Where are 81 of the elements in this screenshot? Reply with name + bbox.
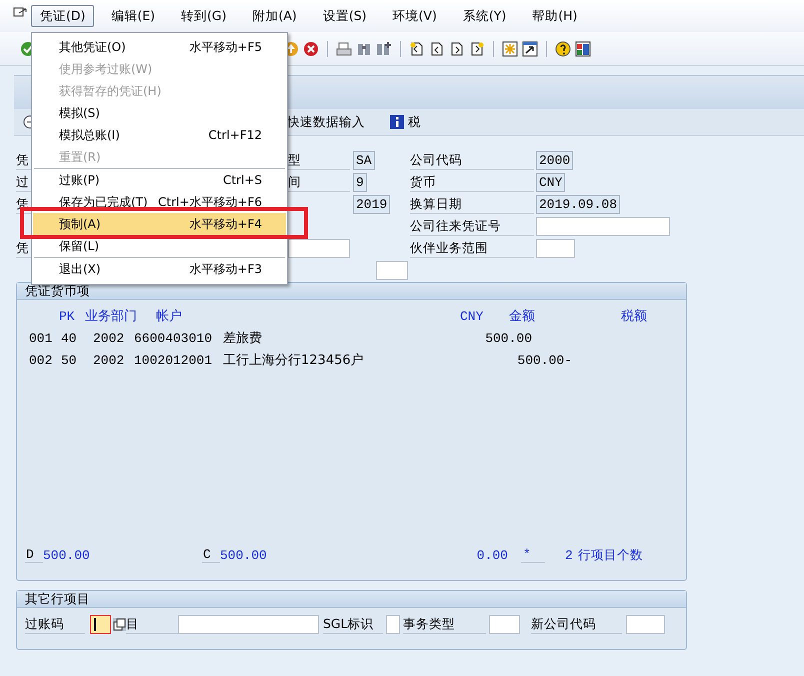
- field-label: 过账码: [25, 614, 85, 634]
- field-label: SGL标识: [323, 614, 383, 634]
- display-field: SA: [353, 150, 375, 170]
- table-cell-text: 1002012001: [134, 352, 214, 368]
- cancel-icon[interactable]: [303, 40, 319, 56]
- input-field[interactable]: [536, 238, 575, 258]
- menu-icon[interactable]: [13, 7, 27, 19]
- table-cell-text: 6600403010: [134, 330, 214, 346]
- print-icon[interactable]: [336, 40, 352, 56]
- table-cell-text: 001: [29, 330, 54, 346]
- column-header: 业务部门: [85, 308, 138, 325]
- table-cell-text: 2002: [93, 352, 126, 368]
- next-page-icon[interactable]: [449, 40, 465, 56]
- line-count: 2: [565, 548, 574, 562]
- menu-item[interactable]: 凭证(D): [31, 5, 94, 27]
- display-field: CNY: [536, 172, 566, 192]
- menu-item[interactable]: 附加(A): [244, 5, 306, 27]
- credit-total: 500.00: [220, 548, 268, 562]
- menu-item[interactable]: 编辑(E): [102, 5, 164, 27]
- table-cell-text: 差旅费: [223, 330, 263, 347]
- column-header: PK: [59, 308, 76, 324]
- copy-icon[interactable]: [113, 618, 126, 630]
- info-icon[interactable]: [389, 114, 405, 130]
- previous-page-icon[interactable]: [429, 40, 445, 56]
- table-cell-text: 002: [29, 352, 54, 368]
- input-field[interactable]: [489, 614, 520, 634]
- field-label: 伙伴业务范围: [410, 238, 534, 258]
- help-icon[interactable]: [555, 40, 571, 56]
- column-header: CNY: [460, 308, 484, 324]
- table-cell-text: 500.00: [484, 330, 532, 346]
- credit-label: C: [202, 547, 220, 563]
- input-field[interactable]: [386, 614, 400, 634]
- tax-button[interactable]: 税: [408, 114, 421, 130]
- display-field: 2019: [353, 194, 390, 214]
- menu-item[interactable]: 转到(G): [172, 5, 236, 27]
- table-cell-text: 2002: [93, 330, 126, 346]
- field-label: 公司往来凭证号: [410, 216, 534, 236]
- input-field[interactable]: [376, 260, 408, 280]
- layout-icon[interactable]: [575, 40, 591, 56]
- field-label: 新公司代码: [531, 614, 622, 634]
- display-field: 9: [353, 172, 367, 192]
- first-page-icon[interactable]: [409, 40, 425, 56]
- menu-item[interactable]: 过账(P) Ctrl+S: [33, 169, 286, 191]
- input-field[interactable]: [626, 614, 665, 634]
- column-header: 税额: [621, 308, 648, 325]
- display-field: 2019.09.08: [536, 194, 620, 214]
- menu-item[interactable]: 模拟(S): [33, 102, 286, 124]
- new-window-icon[interactable]: [502, 40, 518, 56]
- line-count-label: 行项目个数: [578, 546, 643, 564]
- table-cell-text: 40: [61, 330, 78, 346]
- balance-flag: *: [521, 547, 545, 563]
- menu-item[interactable]: 系统(Y): [454, 5, 516, 27]
- column-header: 帐户: [156, 308, 183, 325]
- last-page-icon[interactable]: [469, 40, 485, 56]
- input-field[interactable]: [288, 238, 350, 258]
- menu-item[interactable]: 保留(L): [33, 235, 286, 257]
- menu-item[interactable]: 帮助(H): [523, 5, 586, 27]
- panel-title: 其它行项目: [17, 591, 686, 608]
- menu-item[interactable]: 退出(X) 水平移动+F3: [33, 258, 286, 280]
- table-cell-text: 工行上海分行123456户: [223, 352, 365, 369]
- debit-total: 500.00: [43, 548, 91, 562]
- menu-item[interactable]: 预制(A) 水平移动+F4: [33, 213, 286, 235]
- find-next-icon[interactable]: [376, 40, 392, 56]
- table-cell-text: 50: [61, 352, 78, 368]
- field-label: 换算日期: [410, 194, 534, 214]
- balance: 0.00: [476, 548, 508, 562]
- display-field: 2000: [536, 150, 574, 170]
- field-label: 事务类型: [403, 614, 486, 634]
- menu-item[interactable]: 设置(S): [314, 5, 376, 27]
- input-field[interactable]: [536, 216, 670, 236]
- debit-label: D: [25, 547, 43, 563]
- input-field[interactable]: [90, 614, 111, 634]
- field-label: 货币: [410, 172, 534, 192]
- panel-title: 凭证货币项: [17, 283, 686, 300]
- field-label: 公司代码: [410, 150, 534, 170]
- column-header: 金额: [509, 308, 536, 325]
- menu-item[interactable]: 模拟总账(I) Ctrl+F12: [33, 124, 286, 146]
- table-cell-text: 500.00-: [516, 352, 572, 368]
- shortcut-icon[interactable]: [522, 40, 538, 56]
- input-field[interactable]: [178, 614, 319, 634]
- menu-item[interactable]: 环境(V): [384, 5, 446, 27]
